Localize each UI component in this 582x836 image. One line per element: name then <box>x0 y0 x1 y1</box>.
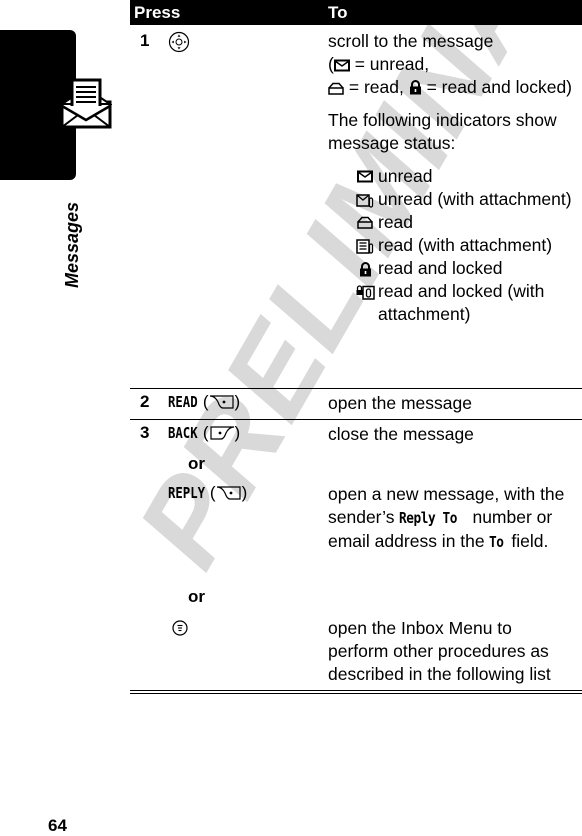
page-number: 64 <box>48 816 67 835</box>
read-attachment-icon <box>356 239 374 254</box>
status-legend: ( = unread, = read, = read and locked) <box>328 54 573 97</box>
table-end-rule <box>130 693 582 694</box>
or-connector: or <box>188 587 205 606</box>
nav-key-icon <box>168 31 190 53</box>
step-2-description: open the message <box>328 393 472 413</box>
table-header: Press To <box>130 0 582 25</box>
step-number: 2 <box>140 392 150 411</box>
unread-envelope-icon <box>357 170 373 183</box>
unread-envelope-icon <box>333 59 350 72</box>
read-open-envelope-icon <box>328 82 344 95</box>
header-to: To <box>328 3 348 22</box>
menu-key-icon <box>172 620 188 636</box>
step-number: 3 <box>140 423 150 442</box>
indicator-item: read and locked <box>352 257 576 280</box>
left-soft-key-icon <box>216 486 241 500</box>
read-key-label: READ () <box>168 392 241 411</box>
left-soft-key-icon <box>209 395 234 409</box>
indicator-item: unread (with attachment) <box>352 188 576 211</box>
back-description: close the message <box>328 424 474 444</box>
section-label: Messages <box>62 201 82 288</box>
indicator-item: read <box>352 211 576 234</box>
lock-icon <box>409 80 421 95</box>
table-row-3: 3 BACK () close the message or REPLY () … <box>130 420 582 691</box>
unread-attachment-icon <box>356 194 374 208</box>
read-open-envelope-icon <box>357 216 373 229</box>
indicator-item: read and locked (with attachment) <box>352 280 576 326</box>
instruction-table: Press To 1 scroll to the message ( = unr… <box>130 0 582 694</box>
step-1-description: scroll to the message <box>328 31 494 51</box>
table-row-1: 1 scroll to the message ( = unread, = re… <box>130 25 582 389</box>
open-envelope-with-letter-icon <box>60 78 112 129</box>
indicator-item: read (with attachment) <box>352 234 576 257</box>
back-key-label: BACK () <box>168 423 241 442</box>
locked-attachment-icon <box>356 285 375 300</box>
or-connector: or <box>188 454 205 473</box>
table-row-2: 2 READ () open the message <box>130 389 582 420</box>
header-press: Press <box>134 3 181 22</box>
indicator-list: unread unread (with attachment) read rea… <box>328 165 576 326</box>
menu-description: open the Inbox Menu to perform other pro… <box>328 618 551 684</box>
lock-icon <box>359 262 371 277</box>
reply-description: open a new message, with the sender’s Re… <box>328 484 565 551</box>
reply-key-label: REPLY () <box>168 483 248 502</box>
right-soft-key-icon <box>209 426 234 440</box>
indicators-intro: The following indicators show message st… <box>328 110 557 153</box>
indicator-item: unread <box>352 165 576 188</box>
step-number: 1 <box>140 31 150 50</box>
